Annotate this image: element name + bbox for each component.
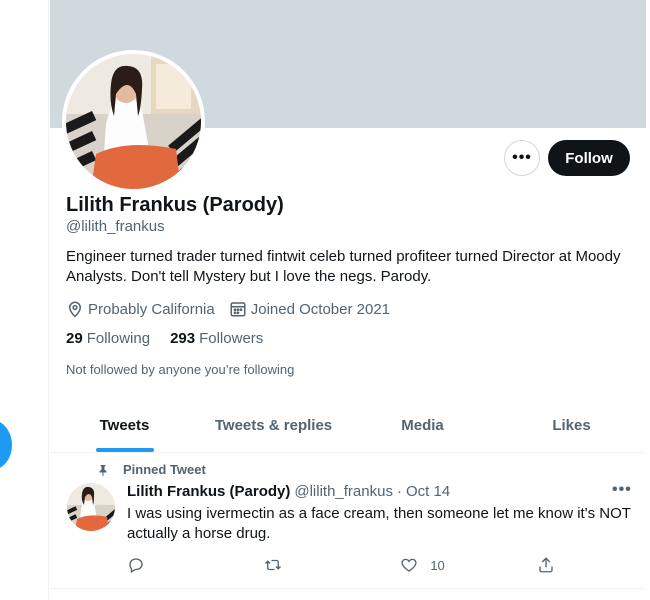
following-link[interactable]: 29 Following xyxy=(66,330,150,347)
tweet-text: I was using ivermectin as a face cream, … xyxy=(127,505,631,542)
profile-location: Probably California xyxy=(66,300,215,318)
tab-media[interactable]: Media xyxy=(348,398,497,452)
tweet-actions: 10 xyxy=(127,556,567,574)
tweet-author-avatar[interactable] xyxy=(67,483,115,531)
profile-handle: @lilith_frankus xyxy=(66,218,165,235)
tab-tweets[interactable]: Tweets xyxy=(50,398,199,452)
more-options-button[interactable]: ••• xyxy=(504,140,540,176)
like-button[interactable]: 10 xyxy=(400,556,510,574)
retweet-icon xyxy=(264,559,281,571)
followed-by-note: Not followed by anyone you’re following xyxy=(66,362,295,377)
location-text: Probably California xyxy=(88,300,215,318)
tweet-author-handle[interactable]: @lilith_frankus xyxy=(294,483,393,500)
profile-joined: Joined October 2021 xyxy=(229,300,390,318)
profile-meta: Probably California Joined October 2021 xyxy=(66,300,404,318)
reply-button[interactable] xyxy=(127,556,237,574)
follow-button[interactable]: Follow xyxy=(548,140,630,176)
left-navigation-rail xyxy=(0,0,49,600)
avatar-photo xyxy=(66,54,201,189)
profile-tabs: Tweets Tweets & replies Media Likes xyxy=(50,398,646,453)
pinned-indicator: Pinned Tweet xyxy=(97,462,206,477)
like-count: 10 xyxy=(430,557,445,573)
share-icon xyxy=(539,557,553,573)
compose-tweet-button[interactable] xyxy=(0,420,12,470)
heart-icon xyxy=(401,558,417,572)
followers-link[interactable]: 293 Followers xyxy=(170,330,263,347)
profile-page: ••• Follow Lilith Frankus (Parody) @lili… xyxy=(49,0,650,600)
retweet-button[interactable] xyxy=(264,556,374,574)
following-count: 29 xyxy=(66,330,83,347)
tweet-header: Lilith Frankus (Parody) @lilith_frankus … xyxy=(127,483,450,500)
share-button[interactable] xyxy=(537,556,567,574)
followers-count: 293 xyxy=(170,330,196,347)
tweet-separator: · xyxy=(396,483,402,500)
followers-label: Followers xyxy=(199,330,264,347)
calendar-icon xyxy=(230,302,246,317)
tweet-author-name[interactable]: Lilith Frankus (Parody) xyxy=(127,483,290,500)
pin-icon xyxy=(99,464,107,476)
tweet-more-button[interactable]: ••• xyxy=(612,481,632,499)
joined-text: Joined October 2021 xyxy=(250,300,390,318)
tweet-date[interactable]: Oct 14 xyxy=(406,483,450,500)
reply-icon xyxy=(129,558,143,573)
profile-bio: Engineer turned trader turned fintwit ce… xyxy=(66,248,621,285)
profile-avatar[interactable] xyxy=(62,50,205,193)
pinned-tweet[interactable]: Pinned Tweet Lilith Frankus (Parody) @li… xyxy=(50,453,646,589)
profile-display-name: Lilith Frankus (Parody) xyxy=(66,194,284,216)
tab-tweets-and-replies[interactable]: Tweets & replies xyxy=(199,398,348,452)
pinned-label: Pinned Tweet xyxy=(123,462,206,477)
follow-counts: 29 Following 293 Followers xyxy=(66,330,283,347)
following-label: Following xyxy=(86,330,151,347)
location-pin-icon xyxy=(68,301,82,318)
tab-likes[interactable]: Likes xyxy=(497,398,646,452)
